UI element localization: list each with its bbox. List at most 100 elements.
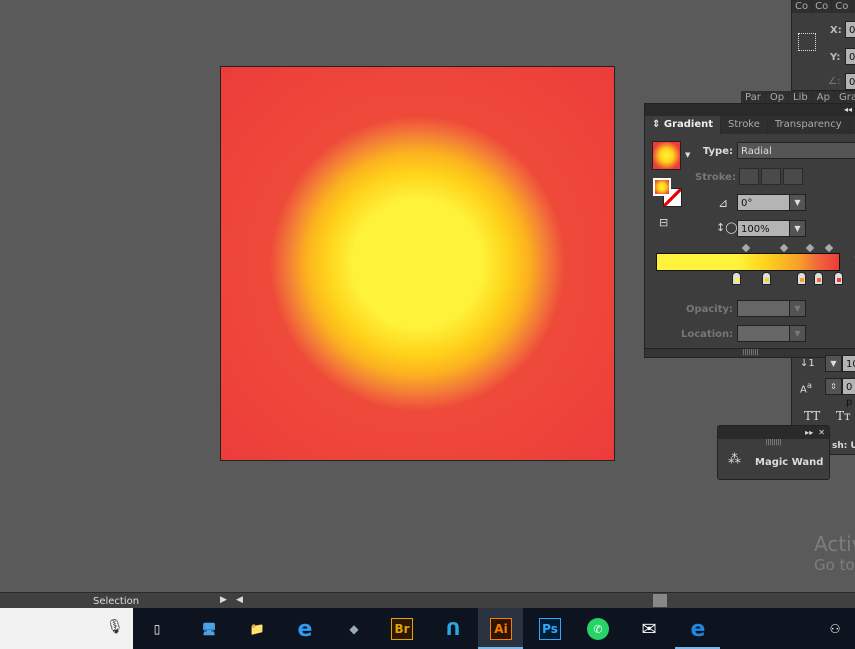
internet-explorer-icon[interactable]: e <box>292 616 318 642</box>
location-label: Location: <box>681 329 734 340</box>
baseline-shift-icon: Aa <box>800 380 812 396</box>
type-label: Type: <box>702 146 733 157</box>
horizontal-scrollbar-thumb[interactable] <box>653 594 667 607</box>
grip-icon[interactable]: |||||||| <box>718 439 829 447</box>
angle-icon: ∠: <box>828 76 841 87</box>
magic-wand-icon: ⁂ <box>728 452 741 467</box>
opacity-dropdown-button[interactable]: ▼ <box>789 300 806 317</box>
gradient-preview-swatch[interactable] <box>652 141 681 170</box>
this-pc-icon[interactable]: 🖥 <box>196 616 222 642</box>
file-explorer-icon[interactable]: 📁 <box>244 616 270 642</box>
x-field[interactable]: 0 <box>845 21 855 38</box>
x-label: X: <box>830 25 842 36</box>
location-dropdown-button[interactable]: ▼ <box>789 325 806 342</box>
opacity-field[interactable] <box>737 300 791 317</box>
midpoint-diamond[interactable] <box>741 243 751 253</box>
baseline-field[interactable]: 0 p <box>842 378 855 408</box>
location-field[interactable] <box>737 325 791 342</box>
small-caps-button[interactable]: Tт <box>836 409 851 423</box>
color-stop-swatch <box>734 278 739 282</box>
illustrator-icon[interactable]: Ai <box>490 618 512 640</box>
mail-icon[interactable]: ✉ <box>636 616 662 642</box>
reverse-gradient-icon[interactable]: ⊟ <box>659 216 668 229</box>
baseline-stepper[interactable]: ⇕ <box>825 378 842 395</box>
whatsapp-icon[interactable]: ✆ <box>587 618 609 640</box>
people-icon[interactable]: ⚇ <box>822 616 848 642</box>
all-caps-button[interactable]: TT <box>804 409 820 423</box>
reference-point-icon[interactable] <box>798 33 816 51</box>
taskbar-search-box[interactable]: 🎙 <box>0 608 133 649</box>
color-stop-swatch <box>764 278 769 282</box>
stroke-within-button[interactable] <box>739 168 759 185</box>
tab-gradient[interactable]: ⇕ Gradient <box>645 116 722 134</box>
fill-gradient-swatch[interactable] <box>653 178 671 196</box>
color-stop[interactable] <box>732 272 741 285</box>
color-stop-swatch <box>799 278 804 282</box>
midpoint-diamond[interactable] <box>824 243 834 253</box>
scroll-left-arrow[interactable]: ◀ <box>236 595 243 605</box>
leading-dropdown[interactable]: ▼ <box>825 355 842 372</box>
gradient-tabs: ⇕ Gradient Stroke Transparency <box>645 116 855 134</box>
color-stop[interactable] <box>834 272 843 285</box>
tab-label: Gradient <box>663 119 714 130</box>
midpoint-diamond[interactable] <box>805 243 815 253</box>
watermark-line1: Activ <box>814 532 855 556</box>
aspect-ratio-icon: ↕◯ <box>716 221 738 234</box>
taskbar: 🎙 <box>0 608 855 649</box>
magic-wand-panel: ▸▸ ✕ |||||||| ⁂ Magic Wand <box>717 425 830 480</box>
tab[interactable]: Co <box>832 0 853 13</box>
status-menu-arrow[interactable]: ▶ <box>220 595 227 605</box>
task-view-icon[interactable]: ▯ <box>144 616 170 642</box>
stroke-across-button[interactable] <box>783 168 803 185</box>
magic-wand-label: Magic Wand <box>755 457 824 468</box>
y-label: Y: <box>830 52 841 63</box>
type-select[interactable]: Radial <box>737 142 855 159</box>
close-icon[interactable]: ✕ <box>818 428 825 437</box>
leading-field[interactable]: 10 <box>842 355 855 372</box>
stroke-along-button[interactable] <box>761 168 781 185</box>
photoshop-icon[interactable]: Ps <box>539 618 561 640</box>
color-stop[interactable] <box>762 272 771 285</box>
expand-icon[interactable]: ▸▸ <box>805 428 813 437</box>
swatch-dropdown-icon[interactable]: ▼ <box>685 151 690 159</box>
aspect-ratio-field[interactable]: 100% <box>737 220 791 237</box>
language-field[interactable]: sh: US <box>832 441 855 451</box>
stroke-gradient-buttons <box>739 168 803 185</box>
opacity-label: Opacity: <box>685 304 733 315</box>
color-stop[interactable] <box>814 272 823 285</box>
gradient-panel: ◂◂ ⇕ Gradient Stroke Transparency ▼ ⊟ Ty… <box>644 103 855 358</box>
tab-transparency[interactable]: Transparency <box>768 116 850 134</box>
n-app-icon[interactable]: ᑎ <box>440 616 466 642</box>
status-tool[interactable]: Selection <box>93 596 139 607</box>
type-value: Radial <box>741 146 772 157</box>
watermark-line2: Go to <box>814 556 855 574</box>
leading-icon: ↓1 <box>800 358 815 369</box>
gradient-slider-bar[interactable] <box>656 253 840 271</box>
status-bar: Selection ▶ ◀ <box>0 592 855 608</box>
resize-grip[interactable]: |||||||| <box>645 348 855 357</box>
inkscape-icon[interactable]: ◆ <box>341 616 367 642</box>
panel-header: ▸▸ ✕ <box>718 426 829 439</box>
microphone-icon[interactable]: 🎙 <box>106 619 124 635</box>
bridge-icon[interactable]: Br <box>391 618 413 640</box>
artboard-radial-gradient[interactable] <box>220 66 615 461</box>
stroke-label: Stroke: <box>695 172 736 183</box>
activation-watermark: Activ Go to <box>814 532 855 574</box>
tab[interactable]: Co <box>812 0 833 13</box>
tab[interactable]: Co <box>792 0 813 13</box>
transform-tabs: Co Co Co <box>792 0 855 13</box>
color-stop[interactable] <box>797 272 806 285</box>
angle-dropdown-button[interactable]: ▼ <box>789 194 806 211</box>
tab-stroke[interactable]: Stroke <box>721 116 768 134</box>
collapse-icon[interactable]: ◂◂ <box>645 104 855 116</box>
midpoint-diamond[interactable] <box>779 243 789 253</box>
aspect-ratio-dropdown-button[interactable]: ▼ <box>789 220 806 237</box>
y-field[interactable]: 0 <box>845 48 855 65</box>
edge-icon[interactable]: e <box>685 616 711 642</box>
transform-panel: Co Co Co X: 0 Y: 0 ∠: 0 <box>791 0 855 91</box>
color-stop-swatch <box>836 278 841 282</box>
angle-icon: ⊿ <box>718 196 729 210</box>
angle-field[interactable]: 0° <box>737 194 791 211</box>
color-stop-swatch <box>816 278 821 282</box>
angle-field[interactable]: 0 <box>845 73 855 90</box>
